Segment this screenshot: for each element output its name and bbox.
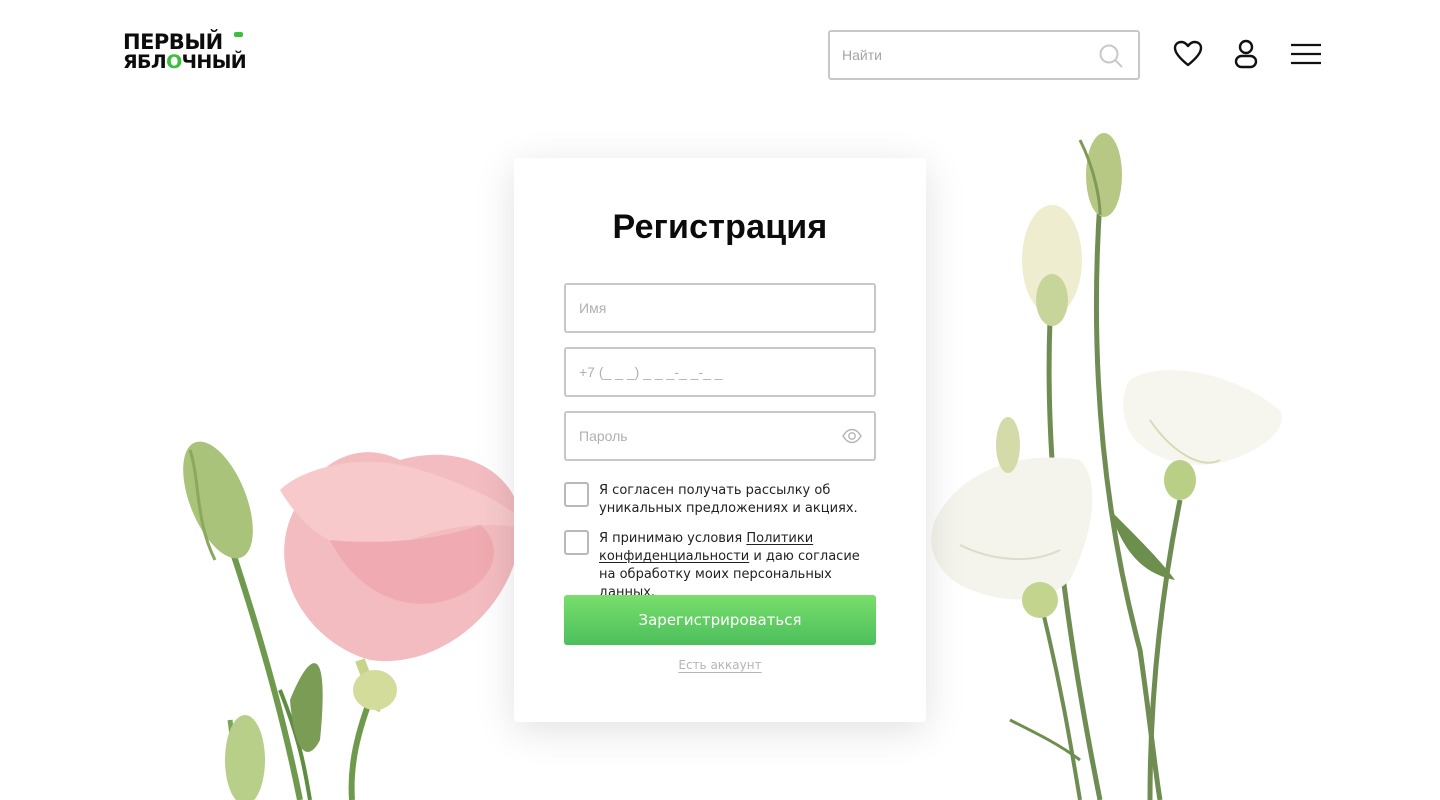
name-field (564, 283, 876, 333)
eye-icon[interactable] (842, 428, 862, 444)
logo-line-2-end: ЧНЫЙ (181, 51, 247, 73)
phone-field (564, 347, 876, 397)
newsletter-label: Я согласен получать рассылку об уникальн… (599, 483, 858, 516)
search-box (828, 30, 1140, 80)
name-input[interactable] (579, 285, 839, 331)
menu-icon[interactable] (1290, 40, 1322, 68)
register-button[interactable]: Зарегистрироваться (564, 595, 876, 645)
terms-prefix: Я принимаю условия (599, 531, 747, 546)
heart-icon[interactable] (1172, 38, 1204, 70)
logo-line-2-start: ЯБЛ (123, 51, 167, 73)
password-input[interactable] (579, 413, 839, 459)
logo[interactable]: ПЕРВЫЙ ЯБЛОЧНЫЙ (123, 32, 251, 76)
page-title: Регистрация (612, 208, 828, 246)
terms-label: Я принимаю условия Политики конфиденциал… (599, 530, 879, 602)
newsletter-checkbox[interactable] (564, 482, 589, 507)
logo-line-1: ПЕРВЫЙ (123, 30, 223, 54)
logo-line-2: ЯБЛОЧНЫЙ (123, 52, 251, 72)
search-input[interactable] (842, 32, 1092, 78)
password-field (564, 411, 876, 461)
login-link[interactable]: Есть аккаунт (514, 658, 926, 672)
logo-apple-letter: О (166, 51, 182, 73)
registration-card: Регистрация Я согласен получать рассылку… (514, 158, 926, 722)
phone-input[interactable] (579, 349, 839, 395)
user-icon[interactable] (1230, 38, 1262, 70)
terms-checkbox[interactable] (564, 530, 589, 555)
search-icon[interactable] (1098, 43, 1124, 69)
logo-accent (234, 32, 243, 37)
